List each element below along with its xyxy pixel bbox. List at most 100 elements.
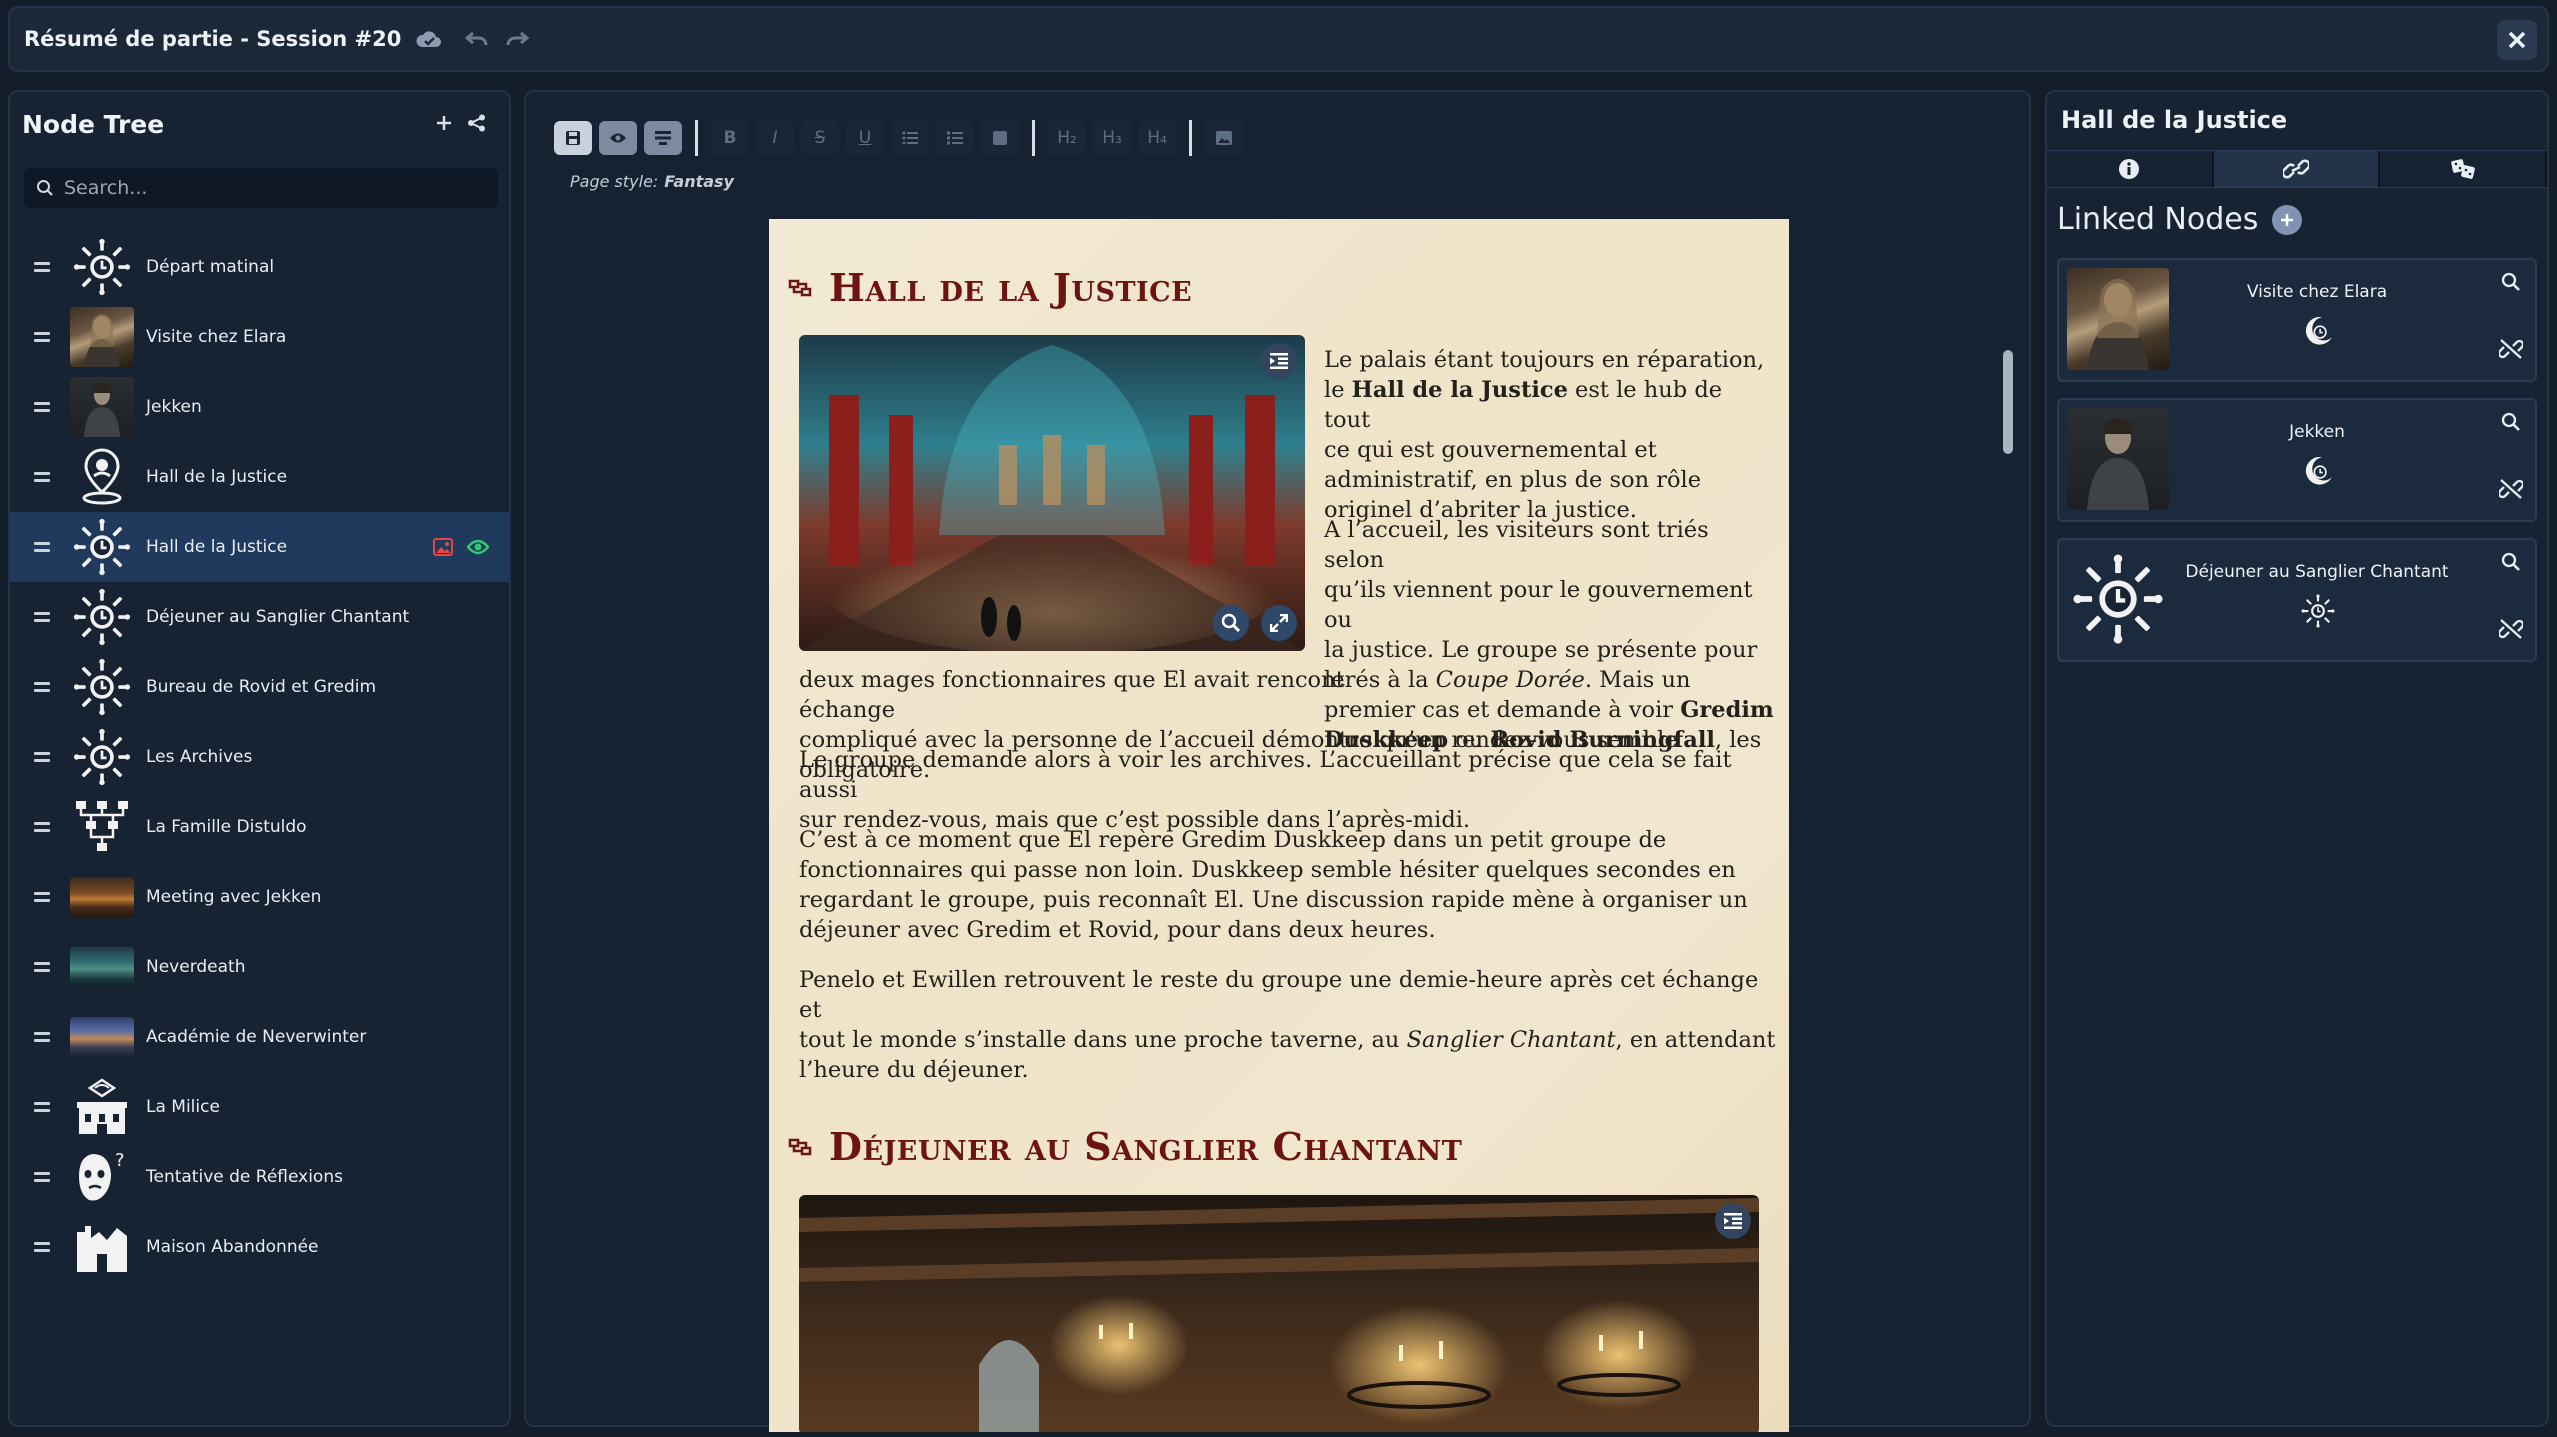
linked-node-card[interactable]: Déjeuner au Sanglier Chantant <box>2057 538 2537 662</box>
underline-button[interactable]: U <box>846 121 884 155</box>
tree-item-jekken[interactable]: Jekken <box>10 372 509 442</box>
share-icon[interactable] <box>467 114 487 132</box>
redo-icon[interactable] <box>505 29 530 49</box>
drag-handle-icon[interactable] <box>34 332 50 342</box>
heading-link-icon[interactable] <box>787 277 813 299</box>
linked-node-card[interactable]: Jekken <box>2057 398 2537 522</box>
tree-item-label: Meeting avec Jekken <box>146 887 322 907</box>
align-icon <box>1724 1213 1742 1229</box>
drag-handle-icon[interactable] <box>34 472 50 482</box>
family-tree-icon <box>70 797 134 857</box>
drag-handle-icon[interactable] <box>34 542 50 552</box>
tree-item-depart-matinal[interactable]: Départ matinal <box>10 232 509 302</box>
paragraph-taverne: Penelo et Ewillen retrouvent le reste du… <box>799 965 1779 1085</box>
add-node-icon[interactable] <box>435 114 453 132</box>
drag-handle-icon[interactable] <box>34 752 50 762</box>
drag-handle-icon[interactable] <box>34 682 50 692</box>
search-icon[interactable] <box>2501 272 2521 292</box>
paragraph-archives: Le groupe demande alors à voir les archi… <box>799 745 1779 835</box>
paragraph-gredim: C’est à ce moment que El repère Gredim D… <box>799 825 1779 945</box>
image-wrap-button[interactable] <box>1715 1203 1751 1239</box>
tree-item-maison-abandonnee[interactable]: Maison Abandonnée <box>10 1212 509 1282</box>
unlink-icon[interactable] <box>2499 338 2523 360</box>
image-wrap-button[interactable] <box>1261 343 1297 379</box>
preview-button[interactable] <box>599 121 637 155</box>
search-icon[interactable] <box>2501 552 2521 572</box>
portrait-jekken <box>2067 408 2169 510</box>
strikethrough-button[interactable]: S <box>801 121 839 155</box>
zoom-image-button[interactable] <box>1213 605 1249 641</box>
tree-item-la-milice[interactable]: La Milice <box>10 1072 509 1142</box>
tree-item-label: Neverdeath <box>146 957 246 977</box>
tree-item-academie-neverwinter[interactable]: Académie de Neverwinter <box>10 1002 509 1072</box>
tavern-image[interactable] <box>799 1195 1759 1432</box>
tree-item-meeting-avec-jekken[interactable]: Meeting avec Jekken <box>10 862 509 932</box>
bold-button[interactable]: B <box>711 121 749 155</box>
drag-handle-icon[interactable] <box>34 892 50 902</box>
drag-handle-icon[interactable] <box>34 402 50 412</box>
tree-item-hall-de-la-justice-location[interactable]: Hall de la Justice <box>10 442 509 512</box>
drag-handle-icon[interactable] <box>34 822 50 832</box>
text-line: administratif, en plus de son rôle <box>1324 467 1702 493</box>
heading3-button[interactable]: H₃ <box>1093 121 1131 155</box>
hall-image[interactable] <box>799 335 1305 651</box>
paragraph-intro: Le palais étant toujours en réparation, … <box>1324 345 1774 525</box>
linked-node-card[interactable]: Visite chez Elara <box>2057 258 2537 382</box>
undo-icon[interactable] <box>465 29 489 49</box>
unlink-icon[interactable] <box>2499 618 2523 640</box>
format-button[interactable] <box>644 121 682 155</box>
numbered-list-button[interactable] <box>936 121 974 155</box>
document-page[interactable]: Hall de la Justice Le palais étant toujo… <box>769 219 1789 1432</box>
insert-image-button[interactable] <box>1205 121 1243 155</box>
tree-item-label: Tentative de Réflexions <box>146 1167 343 1187</box>
tree-item-label: Jekken <box>146 397 202 417</box>
heading4-button[interactable]: H₄ <box>1138 121 1176 155</box>
tree-item-bureau-rovid-gredim[interactable]: Bureau de Rovid et Gredim <box>10 652 509 722</box>
drag-handle-icon[interactable] <box>34 262 50 272</box>
tree-item-label: Déjeuner au Sanglier Chantant <box>146 607 410 627</box>
drag-handle-icon[interactable] <box>34 1242 50 1252</box>
text-line: A l’accueil, les visiteurs sont triés se… <box>1324 517 1709 573</box>
image-icon[interactable] <box>433 538 453 556</box>
page-style-value: Fantasy <box>664 172 734 191</box>
drag-handle-icon[interactable] <box>34 612 50 622</box>
tree-item-label: La Famille Distuldo <box>146 817 307 837</box>
bullet-list-button[interactable] <box>891 121 929 155</box>
visible-eye-icon[interactable] <box>467 539 489 555</box>
unlink-icon[interactable] <box>2499 478 2523 500</box>
expand-image-button[interactable] <box>1261 605 1297 641</box>
tree-item-dejeuner-sanglier[interactable]: Déjeuner au Sanglier Chantant <box>10 582 509 652</box>
search-icon[interactable] <box>2501 412 2521 432</box>
editor-scrollbar[interactable] <box>2003 350 2013 454</box>
tree-item-label: La Milice <box>146 1097 220 1117</box>
drag-handle-icon[interactable] <box>34 1172 50 1182</box>
link-icon <box>2283 159 2309 179</box>
event-sun-icon <box>70 587 134 647</box>
heading-link-icon[interactable] <box>787 1136 813 1158</box>
save-button[interactable] <box>554 121 592 155</box>
tree-item-neverdeath[interactable]: Neverdeath <box>10 932 509 1002</box>
tab-links[interactable] <box>2213 151 2381 187</box>
cloud-sync-icon[interactable] <box>415 29 443 49</box>
search-input[interactable] <box>64 177 484 199</box>
text-line: fonctionnaires qui passe non loin. Duskk… <box>799 857 1736 883</box>
tree-item-tentative-reflexions[interactable]: ? Tentative de Réflexions <box>10 1142 509 1212</box>
drag-handle-icon[interactable] <box>34 1032 50 1042</box>
drag-handle-icon[interactable] <box>34 962 50 972</box>
tree-item-visite-chez-elara[interactable]: Visite chez Elara <box>10 302 509 372</box>
tab-dice[interactable] <box>2380 151 2548 187</box>
tree-item-famille-distuldo[interactable]: La Famille Distuldo <box>10 792 509 862</box>
page-style-indicator[interactable]: Page style: Fantasy <box>570 172 734 191</box>
linked-nodes-title: Linked Nodes <box>2057 202 2259 237</box>
heading2-button[interactable]: H₂ <box>1048 121 1086 155</box>
close-button[interactable] <box>2497 20 2537 60</box>
text-line: Le palais étant toujours en réparation, <box>1324 347 1765 373</box>
tree-item-les-archives[interactable]: Les Archives <box>10 722 509 792</box>
block-button[interactable] <box>981 121 1019 155</box>
tree-item-label: Hall de la Justice <box>146 467 288 487</box>
tree-item-hall-de-la-justice-selected[interactable]: Hall de la Justice <box>10 512 509 582</box>
drag-handle-icon[interactable] <box>34 1102 50 1112</box>
italic-button[interactable]: I <box>756 121 794 155</box>
add-link-button[interactable] <box>2272 204 2303 235</box>
tab-info[interactable] <box>2047 151 2214 187</box>
